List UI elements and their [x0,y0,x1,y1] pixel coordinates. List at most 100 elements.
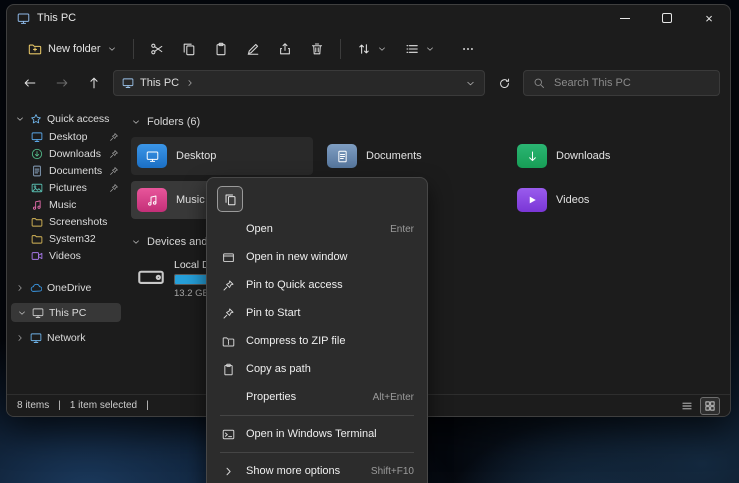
minimize-button[interactable] [604,5,646,31]
open-icon [220,221,236,237]
copy-button[interactable] [173,34,205,64]
documents-icon [327,144,357,168]
videos-icon [517,188,547,212]
titlebar[interactable]: This PC × [7,5,730,31]
pin-icon [109,166,119,176]
chevron-right-icon[interactable] [185,78,195,88]
breadcrumb[interactable]: This PC [140,77,179,89]
refresh-button[interactable] [491,70,517,96]
chevron-right-icon[interactable] [15,283,25,293]
context-menu-item-pin-to-quick-access[interactable]: Pin to Quick access [211,271,423,299]
downloads-icon [517,144,547,168]
menu-item-label: Properties [246,391,363,403]
sidebar-item-desktop[interactable]: Desktop [7,128,125,145]
new-folder-button[interactable]: New folder [19,34,126,64]
sidebar-section-quick-access[interactable]: Quick access [7,110,125,128]
window-controls: × [604,5,730,31]
pin-icon [220,305,236,321]
context-menu-item-properties[interactable]: Properties Alt+Enter [211,383,423,411]
list-view-icon [681,400,693,412]
chevron-down-icon[interactable] [131,237,141,247]
context-menu-item-open[interactable]: Open Enter [211,215,423,243]
sidebar-item-downloads[interactable]: Downloads [7,145,125,162]
folder-label: Downloads [556,150,610,162]
folder-icon [31,233,43,245]
sidebar-item-pictures[interactable]: Pictures [7,179,125,196]
maximize-button[interactable] [646,5,688,31]
navigation-pane: Quick access Desktop Downloads Documents… [7,101,125,394]
menu-item-shortcut: Shift+F10 [371,466,414,477]
sidebar-item-label: Music [49,199,76,211]
copy-button[interactable] [217,186,243,212]
chevron-down-icon[interactable] [465,78,476,89]
view-button[interactable] [396,34,444,64]
forward-button[interactable] [49,70,75,96]
desktop-wallpaper: This PC × New folder [0,0,739,483]
context-menu-item-copy-as-path[interactable]: Copy as path [211,355,423,383]
paste-icon [214,42,228,56]
context-menu-item-pin-to-start[interactable]: Pin to Start [211,299,423,327]
paste-button[interactable] [205,34,237,64]
rename-icon [246,42,260,56]
network-icon [30,332,42,344]
sidebar-item-onedrive[interactable]: OneDrive [7,278,125,297]
context-menu-item-open-in-windows-terminal[interactable]: Open in Windows Terminal [211,420,423,448]
context-menu-item-open-in-new-window[interactable]: Open in new window [211,243,423,271]
folder-tile-videos[interactable]: Videos [511,181,693,219]
context-menu: Open Enter Open in new window Pin to Qui… [206,177,428,483]
sidebar-item-this-pc[interactable]: This PC [11,303,121,322]
sidebar-item-label: System32 [49,233,96,245]
delete-button[interactable] [301,34,333,64]
address-bar[interactable]: This PC [113,70,485,96]
menu-item-label: Show more options [246,465,361,477]
videos-icon [31,250,43,262]
maximize-icon [662,13,672,23]
sidebar-item-network[interactable]: Network [7,328,125,347]
thumbnail-view-button[interactable] [700,397,720,415]
sort-button[interactable] [348,34,396,64]
grid-view-icon [704,400,716,412]
sidebar-item-music[interactable]: Music [7,196,125,213]
close-button[interactable]: × [688,5,730,31]
address-row: This PC [7,67,730,99]
share-icon [278,42,292,56]
documents-icon [31,165,43,177]
details-view-button[interactable] [678,398,696,414]
context-menu-item-compress-to-zip[interactable]: Compress to ZIP file [211,327,423,355]
chevron-right-icon[interactable] [15,333,25,343]
up-button[interactable] [81,70,107,96]
search-box[interactable] [523,70,720,96]
chevron-down-icon[interactable] [131,117,141,127]
sidebar-item-screenshots[interactable]: Screenshots [7,213,125,230]
sidebar-item-system32[interactable]: System32 [7,230,125,247]
folder-tile-desktop[interactable]: Desktop [131,137,313,175]
chevron-down-icon[interactable] [17,308,27,318]
view-icon [405,42,419,56]
folders-section-header[interactable]: Folders (6) [131,113,730,131]
folder-label: Desktop [176,150,216,162]
sidebar-item-documents[interactable]: Documents [7,162,125,179]
pin-icon [109,149,119,159]
folder-tile-documents[interactable]: Documents [321,137,503,175]
minimize-icon [620,18,630,19]
chevron-down-icon[interactable] [15,114,25,124]
menu-item-label: Pin to Quick access [246,279,404,291]
menu-item-label: Compress to ZIP file [246,335,404,347]
folder-tile-downloads[interactable]: Downloads [511,137,693,175]
cut-button[interactable] [141,34,173,64]
cut-icon [150,42,164,56]
sidebar-item-label: Downloads [49,148,101,160]
rename-button[interactable] [237,34,269,64]
this-pc-icon [122,77,134,89]
more-options-button[interactable] [452,34,484,64]
zip-icon [220,333,236,349]
search-input[interactable] [552,76,710,90]
share-button[interactable] [269,34,301,64]
pin-icon [109,183,119,193]
sort-icon [357,42,371,56]
quick-access-label: Quick access [47,113,109,125]
context-menu-item-show-more-options[interactable]: Show more options Shift+F10 [211,457,423,483]
sidebar-item-videos[interactable]: Videos [7,247,125,264]
back-button[interactable] [17,70,43,96]
downloads-icon [31,148,43,160]
